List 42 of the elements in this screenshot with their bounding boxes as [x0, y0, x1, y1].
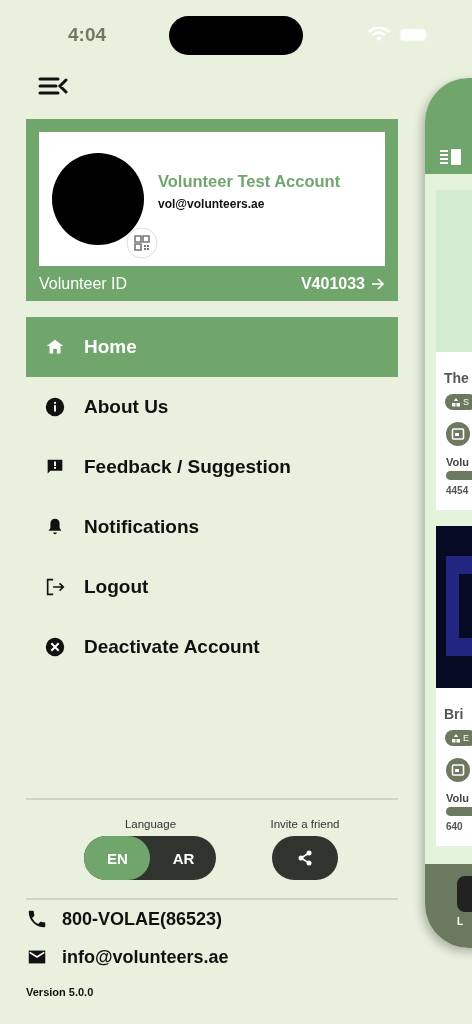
volunteers-label: Volu — [446, 792, 469, 804]
status-time: 4:04 — [68, 24, 108, 46]
close-menu-icon[interactable] — [38, 76, 68, 96]
version-text: Version 5.0.0 — [26, 986, 95, 998]
volunteer-count: 4454 — [446, 485, 469, 496]
info-icon — [44, 396, 66, 418]
profile-card[interactable]: Volunteer Test Account vol@volunteers.ae Volunteer ID V401033 — [26, 119, 398, 301]
shapes-icon — [451, 733, 461, 743]
volunteer-count: 640 — [446, 821, 463, 832]
wifi-icon — [367, 27, 391, 43]
volunteer-id-value: V401033 — [300, 274, 365, 293]
phone-icon — [26, 908, 48, 930]
shapes-icon — [451, 397, 461, 407]
category-tag: E — [445, 730, 472, 746]
calendar-icon — [446, 758, 470, 782]
menu-item[interactable]: Feedback / Suggestion — [26, 437, 398, 497]
email-address[interactable]: info@volunteers.ae — [62, 946, 229, 968]
category-tag: S — [445, 394, 472, 410]
event-title: Bri — [444, 706, 464, 722]
calendar-icon — [446, 422, 470, 446]
logout-icon — [44, 576, 66, 598]
phone-number[interactable]: 800-VOLAE(86523) — [62, 908, 223, 930]
profile-email: vol@volunteers.ae — [158, 196, 266, 211]
volunteers-label: Volu — [446, 456, 469, 468]
share-button[interactable] — [272, 836, 338, 880]
language-label: Language — [124, 818, 177, 830]
close-circle-icon — [44, 636, 66, 658]
event-title: The — [444, 370, 469, 386]
menu-item[interactable]: Notifications — [26, 497, 398, 557]
menu-item[interactable]: Logout — [26, 557, 398, 617]
menu-item[interactable]: About Us — [26, 377, 398, 437]
profile-name: Volunteer Test Account — [158, 171, 341, 191]
share-icon — [296, 849, 314, 867]
battery-icon — [399, 28, 429, 42]
menu-item[interactable]: Deactivate Account — [26, 617, 398, 677]
qr-code-icon[interactable] — [126, 227, 158, 259]
language-option[interactable]: AR — [150, 836, 217, 880]
list-layout-icon[interactable] — [439, 148, 463, 166]
arrow-right-icon — [371, 277, 385, 290]
invite-label: Invite a friend — [270, 818, 340, 830]
nav-tab-label[interactable]: L — [457, 916, 472, 927]
volunteer-id-label: Volunteer ID — [39, 274, 129, 293]
